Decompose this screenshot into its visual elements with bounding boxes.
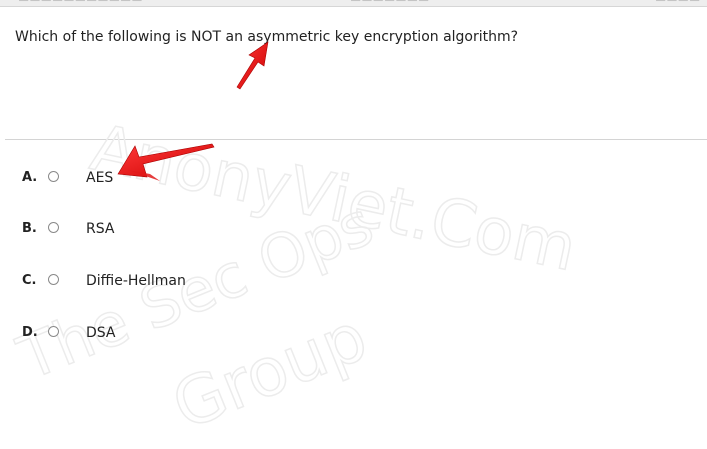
radio-button-b[interactable]	[48, 222, 59, 233]
answer-label: DSA	[86, 325, 116, 341]
top-bar-cutoff-text-left: ▬▬▬▬▬▬▬▬▬▬▬	[18, 0, 143, 5]
answer-letter: B.	[22, 221, 37, 236]
answer-option-a[interactable]: A. AES	[0, 166, 300, 192]
question-text: Which of the following is NOT an asymmet…	[15, 29, 519, 45]
watermark-line-1: AnonyViet.Com	[85, 111, 583, 286]
radio-button-d[interactable]	[48, 326, 59, 337]
answer-letter: C.	[22, 273, 37, 288]
answer-label: RSA	[86, 221, 115, 237]
radio-button-c[interactable]	[48, 274, 59, 285]
top-bar-cutoff-text-right: ▬▬▬▬	[655, 0, 700, 5]
radio-button-a[interactable]	[48, 171, 59, 182]
answer-letter: A.	[22, 170, 38, 185]
top-bar-cutoff-text-center: ▬▬▬▬▬▬▬	[350, 0, 429, 5]
top-bar: ▬▬▬▬▬▬▬▬▬▬▬ ▬▬▬▬▬▬▬ ▬▬▬▬	[0, 0, 707, 7]
answer-label: AES	[86, 170, 114, 186]
answer-option-b[interactable]: B. RSA	[0, 217, 300, 243]
answer-label: Diffie-Hellman	[86, 273, 186, 289]
answer-option-d[interactable]: D. DSA	[0, 321, 300, 347]
question-divider	[5, 139, 707, 140]
answer-letter: D.	[22, 325, 38, 340]
answer-option-c[interactable]: C. Diffie-Hellman	[0, 269, 300, 295]
red-arrow-up-icon	[236, 41, 269, 90]
